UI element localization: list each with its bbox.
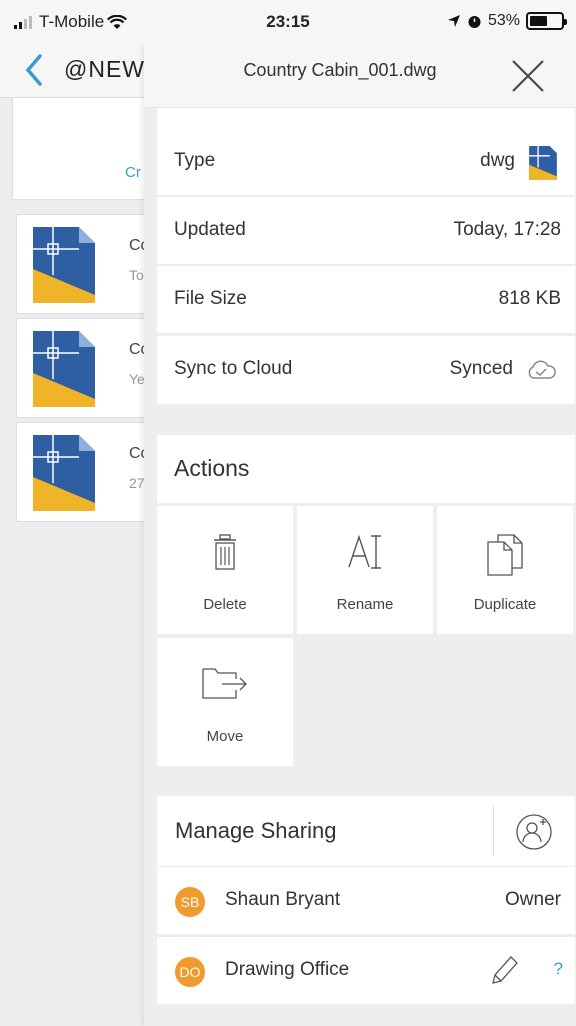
list-item-subtitle: To [129,267,144,283]
person-name: Shaun Bryant [225,889,341,910]
close-icon[interactable] [510,58,546,94]
divider [493,806,494,856]
sharing-row-member[interactable]: DO Drawing Office ? [157,936,575,1004]
add-person-icon[interactable] [515,813,553,851]
dwg-file-icon [33,227,95,303]
detail-value: Today, 17:28 [453,219,561,240]
battery-percent: 53% [487,12,520,29]
detail-label: Type [174,150,216,171]
background-card-link[interactable]: Cr [125,164,141,181]
actions-heading: Actions [174,455,250,481]
avatar: SB [175,887,205,917]
sharing-row-owner[interactable]: SB Shaun Bryant Owner [157,866,575,934]
location-icon [447,15,460,27]
detail-row-updated: Updated Today, 17:28 [157,197,575,265]
list-item-subtitle: Ye [129,371,145,387]
list-item-subtitle: 27 [129,475,145,491]
background-card: Cr [12,98,162,200]
trash-icon [214,534,236,570]
detail-label: Updated [174,219,246,240]
background-header: @NEW [0,44,160,98]
detail-value: dwg [480,150,515,171]
status-bar: T-Mobile 23:15 53% [0,0,576,44]
back-chevron-icon[interactable] [24,52,44,88]
duplicate-label: Duplicate [473,596,537,613]
dwg-file-icon [33,331,95,407]
person-name: Drawing Office [225,959,350,980]
detail-label: Sync to Cloud [174,358,293,379]
battery-icon [526,12,567,30]
detail-value: Synced [449,358,513,379]
actions-section-heading: Actions [157,435,575,503]
status-right: 53% [447,12,567,30]
pencil-icon[interactable] [489,953,519,987]
sharing-section-heading: Manage Sharing [157,796,575,866]
detail-row-sync: Sync to Cloud Synced [157,336,575,404]
detail-row-file-size: File Size 818 KB [157,266,575,334]
dwg-file-icon [33,435,95,511]
panel-title: Country Cabin_001.dwg [243,60,437,80]
rename-label: Rename [336,596,394,613]
sharing-heading: Manage Sharing [175,818,337,843]
move-folder-icon [202,668,247,699]
detail-label: File Size [174,288,247,309]
panel-header: Country Cabin_001.dwg [144,44,576,108]
delete-label: Delete [203,596,247,613]
cloud-synced-icon [528,360,556,379]
help-link[interactable]: ? [554,959,563,979]
rename-button[interactable]: Rename [297,506,433,634]
detail-value: 818 KB [498,288,561,309]
rename-icon [348,534,381,569]
detail-row-type: Type dwg [157,128,575,196]
move-label: Move [206,728,244,745]
delete-button[interactable]: Delete [157,506,293,634]
dwg-file-icon [529,146,557,180]
duplicate-icon [487,534,523,576]
duplicate-button[interactable]: Duplicate [437,506,573,634]
person-role: Owner [505,889,561,910]
alarm-icon [468,15,481,28]
background-title: @NEW [64,56,146,82]
file-details-panel: Country Cabin_001.dwg Details Type dwg U… [144,44,576,1026]
move-button[interactable]: Move [157,638,293,766]
avatar: DO [175,957,205,987]
